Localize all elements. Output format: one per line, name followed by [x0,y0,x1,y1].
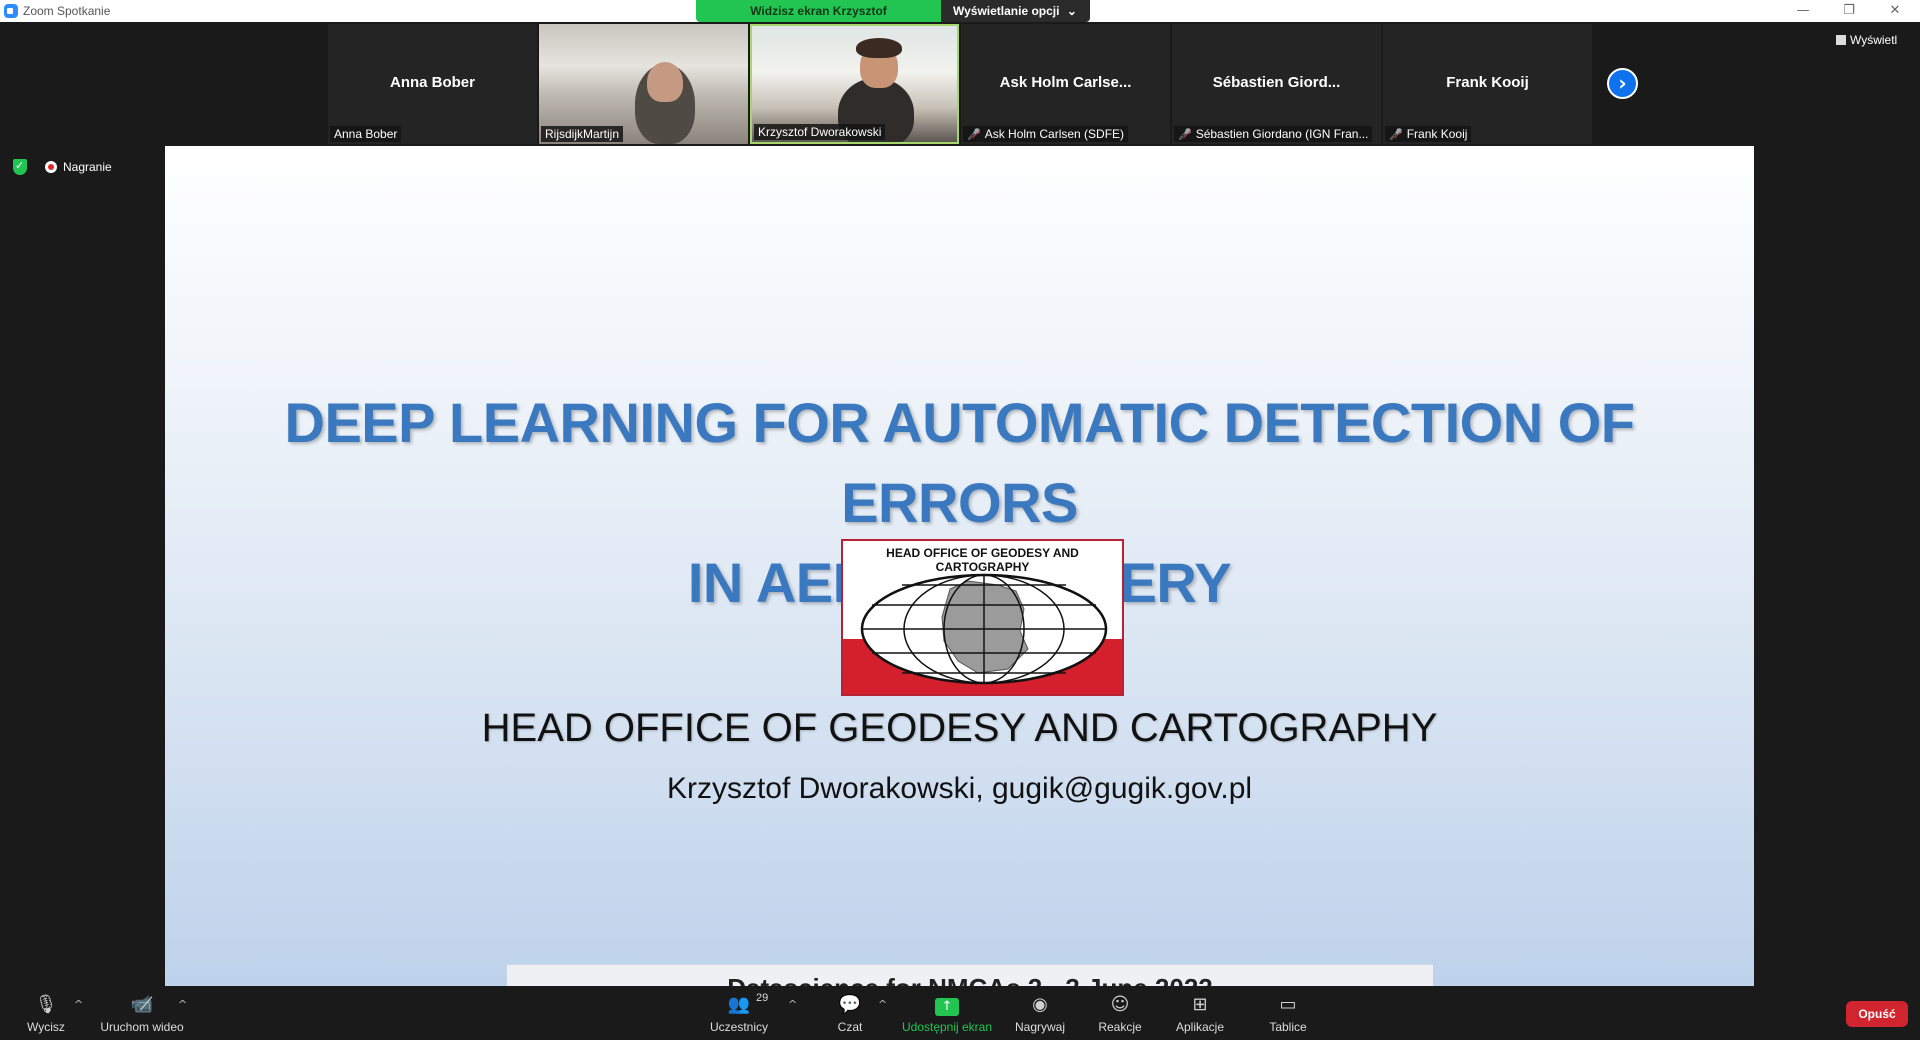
record-button[interactable]: ◉ Nagrywaj [1012,986,1068,1040]
recording-indicator[interactable]: Nagranie [45,160,112,174]
participant-name: Sébastien Giord... [1212,74,1341,91]
chevron-down-icon: ⌄ [1066,4,1077,18]
chat-options-caret[interactable]: ^ [878,998,887,1011]
sharing-indicator: Widzisz ekran Krzysztof Dworakowski [696,0,941,40]
chat-icon: 💬 [838,994,862,1015]
participant-label: 🎤̸ Frank Kooij [1385,126,1472,142]
restore-button[interactable]: ❐ [1826,0,1872,22]
participant-label: Krzysztof Dworakowski [754,124,886,140]
mute-button[interactable]: 🎙 Wycisz [22,986,70,1040]
whiteboards-button[interactable]: ▭ Tablice [1260,986,1316,1040]
apps-button[interactable]: ⊞ Aplikacje [1170,986,1230,1040]
muted-mic-icon: 🎤̸ [1389,128,1403,141]
participant-video-tile[interactable]: RijsdijkMartijn [539,24,748,144]
participant-name: Frank Kooij [1446,74,1529,91]
participant-label: Anna Bober [330,126,402,142]
gugik-logo: HEAD OFFICE OF GEODESY AND CARTOGRAPHY [841,539,1124,696]
participant-strip: Anna Bober Anna Bober RijsdijkMartijn Kr… [328,24,1592,144]
record-icon: ◉ [1032,994,1048,1015]
participants-options-caret[interactable]: ^ [788,998,797,1011]
presenter-contact: Krzysztof Dworakowski, gugik@gugik.gov.p… [666,772,1253,805]
start-video-button[interactable]: 📹̸ Uruchom wideo [96,986,188,1040]
leave-meeting-button[interactable]: Opuść [1846,1001,1908,1027]
share-screen-button[interactable]: ↑ Udostępnij ekran [900,986,994,1040]
audio-options-caret[interactable]: ^ [74,998,83,1011]
shared-screen-slide: DEEP LEARNING FOR AUTOMATIC DETECTION OF… [165,146,1754,986]
close-window-button[interactable]: ✕ [1872,0,1918,22]
video-off-icon: 📹̸ [130,994,154,1015]
globe-map-icon [860,573,1108,685]
apps-icon: ⊞ [1192,994,1208,1015]
view-options-button[interactable]: Wyświetlanie opcji ⌄ [941,0,1090,22]
reactions-button[interactable]: ☺ Reakcje [1092,986,1148,1040]
next-page-chevron-icon[interactable]: › [1607,68,1638,99]
whiteboard-icon: ▭ [1279,994,1297,1015]
muted-mic-icon: 🎤̸ [967,128,981,141]
muted-mic-icon: 🎤̸ [1178,128,1192,141]
participant-tile[interactable]: Anna Bober Anna Bober [328,24,537,144]
chat-button[interactable]: 💬 Czat [826,986,874,1040]
participant-label: RijsdijkMartijn [541,126,624,142]
minimize-button[interactable]: — [1780,0,1826,22]
participant-tile[interactable]: Ask Holm Carlse... 🎤̸ Ask Holm Carlsen (S… [961,24,1170,144]
meeting-toolbar: 🎙 Wycisz ^ 📹̸ Uruchom wideo ^ 👥 Uczestni… [0,986,1920,1040]
slide-footer: Datascience for NMCAs 2 - 3 June 2022 [507,964,1433,986]
recording-icon [45,161,57,173]
participant-name: Ask Holm Carlse... [999,74,1132,91]
participant-video-tile-active-speaker[interactable]: Krzysztof Dworakowski [750,24,959,144]
participants-count: 29 [756,992,769,1004]
microphone-icon: 🎙 [34,994,58,1015]
zoom-app-icon [4,4,18,18]
share-screen-icon: ↑ [900,994,994,1016]
participant-label: 🎤̸ Sébastien Giordano (IGN Fran... [1174,126,1373,142]
participant-tile[interactable]: Sébastien Giord... 🎤̸ Sébastien Giordano … [1172,24,1381,144]
participant-tile[interactable]: Frank Kooij 🎤̸ Frank Kooij [1383,24,1592,144]
participant-name: Anna Bober [389,74,475,91]
smiley-icon: ☺ [1110,994,1130,1015]
participant-label: 🎤̸ Ask Holm Carlsen (SDFE) [963,126,1129,142]
share-banner: Widzisz ekran Krzysztof Dworakowski Wyśw… [696,0,1090,40]
video-options-caret[interactable]: ^ [178,998,187,1011]
window-title: Zoom Spotkanie [23,4,111,18]
view-button[interactable]: Wyświetl [1836,33,1897,47]
grid-icon [1836,35,1846,45]
encryption-shield-icon[interactable] [13,159,27,175]
organization-name: HEAD OFFICE OF GEODESY AND CARTOGRAPHY [481,706,1438,750]
view-options-label: Wyświetlanie opcji [953,4,1060,18]
